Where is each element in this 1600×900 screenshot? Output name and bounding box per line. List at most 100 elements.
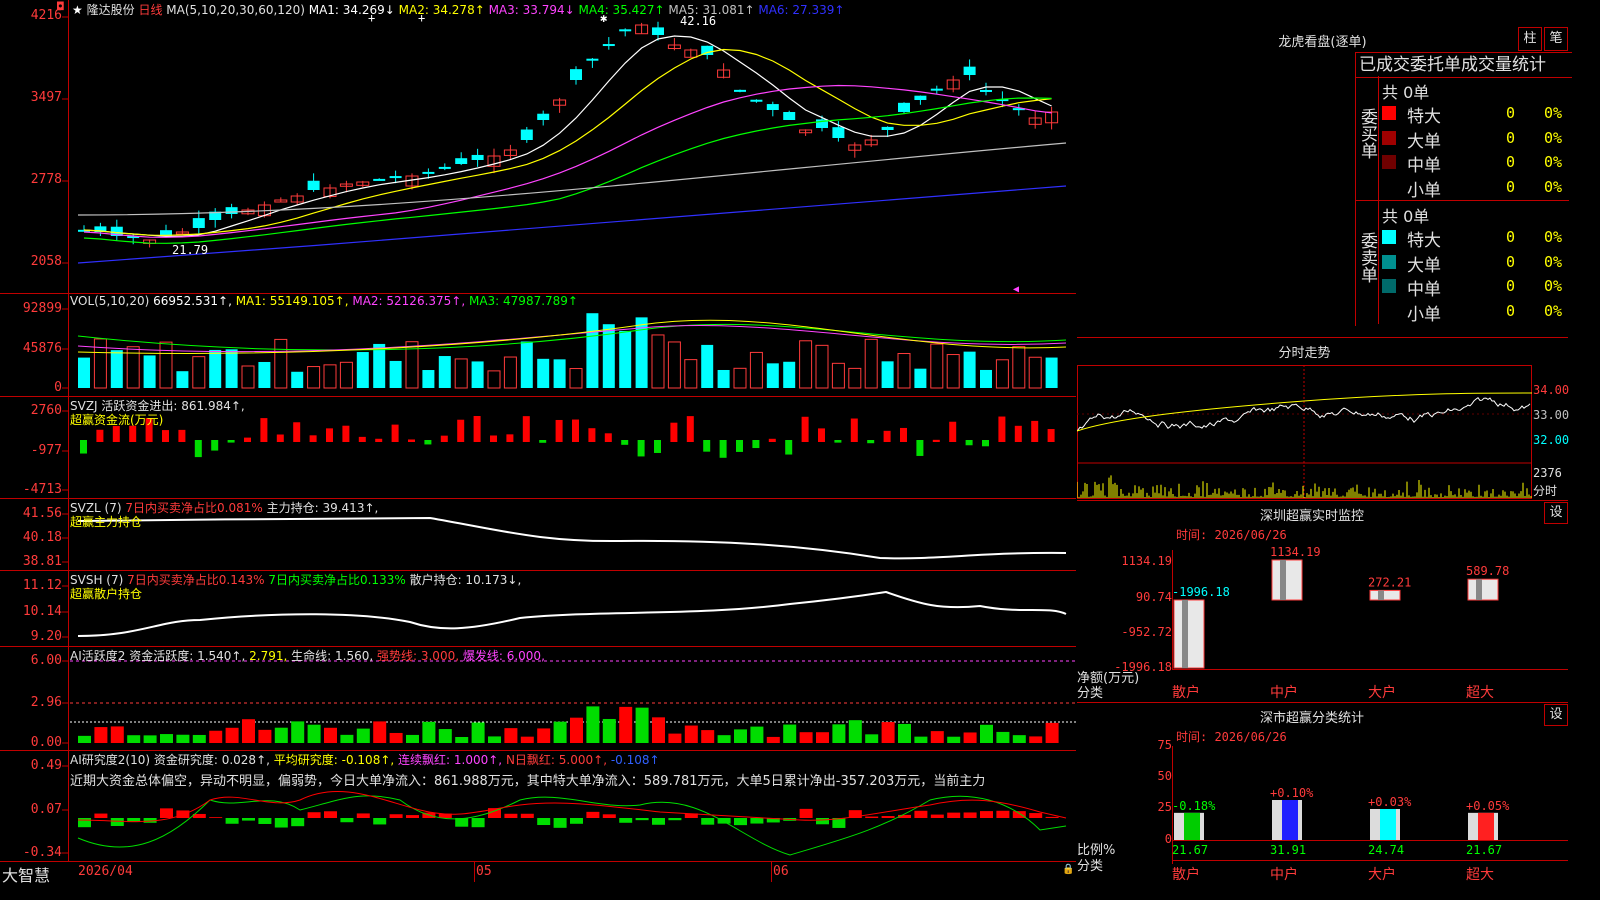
svzj-bar xyxy=(506,434,514,442)
volume-bar xyxy=(733,367,747,389)
svzj-bar xyxy=(194,440,202,458)
ai1-bar xyxy=(422,721,436,743)
svzl-axis-label: 41.56 xyxy=(22,506,62,521)
classify-category: 散户 xyxy=(1172,867,1200,883)
stock-header: ★ 隆达股份 日线 MA(5,10,20,30,60,120) MA1: 34.… xyxy=(72,1,844,18)
svzj-bar xyxy=(637,440,645,457)
ai1-bar xyxy=(783,724,797,743)
svzj-bar xyxy=(473,416,481,442)
vol-axis-label: 92899 xyxy=(22,301,62,316)
vol-legend: VOL(5,10,20) 66952.531↑, MA1: 55149.105↑… xyxy=(70,294,578,308)
price-axis-label: 2778 xyxy=(30,172,62,187)
svzj-bar xyxy=(129,425,137,442)
period-label[interactable]: 日线 xyxy=(138,3,162,17)
svzj-bar xyxy=(768,438,776,442)
ai1-bar xyxy=(635,707,649,743)
svzj-bar xyxy=(736,440,743,452)
kline-chart-area[interactable]: + + ✱ ◀ xyxy=(0,0,1076,882)
volume-bar xyxy=(963,351,976,388)
ai1-bar xyxy=(980,724,993,743)
vol-legend-item: 66952.531↑, xyxy=(153,294,232,308)
intraday-vol-label: 分时 xyxy=(1533,484,1558,498)
volume-bar xyxy=(995,359,1009,389)
monitor-settings-button[interactable]: 设 xyxy=(1544,502,1568,524)
date-label: 2026/04 xyxy=(78,864,133,879)
svzj-bar xyxy=(293,422,301,442)
volume-bar xyxy=(783,361,796,388)
ma-legend-item: MA1: 34.269↓ xyxy=(308,3,395,17)
ai1-bar xyxy=(471,722,485,743)
lock-icon[interactable]: 🔒 xyxy=(1062,864,1074,875)
sell-count: 共 0单 xyxy=(1382,207,1430,226)
classify-axis-label: 25 xyxy=(1157,800,1172,814)
volume-bar xyxy=(258,361,271,388)
svzj-bar xyxy=(670,422,678,442)
ai2-axis-label: -0.34 xyxy=(22,845,62,860)
svzj-bar xyxy=(834,440,842,443)
ma-line xyxy=(83,35,1052,237)
classify-axis-label: 75 xyxy=(1157,738,1172,752)
intraday-vol-label: 2376 xyxy=(1533,466,1562,480)
volume-bar xyxy=(881,361,894,388)
longhu-row: 特大 0 0% xyxy=(1380,102,1569,127)
favorite-star-icon[interactable]: ★ xyxy=(72,3,83,17)
ai2-axis-label: 0.07 xyxy=(30,802,62,817)
longhu-row-qty: 0 xyxy=(1506,177,1516,196)
monitor-axis-label: 90.74 xyxy=(1135,590,1172,604)
ai2-bar xyxy=(947,812,961,818)
classify-settings-button[interactable]: 设 xyxy=(1544,704,1568,726)
volume-bar xyxy=(307,366,321,389)
longhu-tabs[interactable]: 已成交委托单成交量统计 xyxy=(1355,52,1572,78)
candle-body xyxy=(586,58,599,61)
ai1-bar xyxy=(734,729,747,743)
longhu-row: 中单 0 0% xyxy=(1380,151,1569,176)
svzj-bar xyxy=(112,425,120,442)
longhu-row-name: 大单 xyxy=(1407,255,1441,276)
volume-bar xyxy=(356,352,369,388)
tick-view-button[interactable]: 笔 xyxy=(1544,27,1568,51)
svzj-bar xyxy=(408,439,415,442)
ai2-legend: AI研究度2(10) 资金研究度: 0.028↑, 平均研究度: -0.108↑… xyxy=(70,753,660,767)
ai1-bar xyxy=(799,732,813,743)
candle-body xyxy=(619,29,632,32)
svzj-bar xyxy=(588,428,596,442)
buy-side-label: 委买单 xyxy=(1357,108,1377,159)
ai-comment: 近期大资金总体偏空，异动不明显，偏弱势，今日大单净流入：861.988万元，其中… xyxy=(70,774,986,789)
ai2-bar xyxy=(750,818,764,824)
date-label: 06 xyxy=(773,864,789,879)
volume-bar xyxy=(438,356,451,388)
volume-bar xyxy=(291,371,304,388)
volume-bar xyxy=(209,349,222,388)
ai1-bar xyxy=(176,734,190,743)
monitor-bar-shade xyxy=(1280,560,1286,600)
svsh-axis-label: 9.20 xyxy=(30,629,62,644)
bar-view-button[interactable]: 柱 xyxy=(1518,27,1542,51)
classify-category: 超大 xyxy=(1466,867,1494,883)
ai1-axis-label: 0.00 xyxy=(30,735,62,750)
ai1-bar xyxy=(553,721,567,743)
svzj-bar xyxy=(80,440,87,454)
volume-bar xyxy=(749,351,763,389)
candle-body xyxy=(734,89,746,92)
svzj-bar xyxy=(752,440,760,449)
longhu-row-name: 特大 xyxy=(1407,107,1441,127)
ma-line xyxy=(83,97,1052,244)
svg-text:◀: ◀ xyxy=(1013,284,1019,295)
volume-bar xyxy=(110,350,123,388)
intraday-chart[interactable] xyxy=(1077,363,1568,500)
stock-name[interactable]: 隆达股份 xyxy=(87,3,135,17)
svzj-bar xyxy=(211,440,219,451)
ai1-bar xyxy=(996,731,1010,743)
classify-value-label: 31.91 xyxy=(1270,843,1306,857)
candle-body xyxy=(602,44,615,47)
volume-bar xyxy=(553,359,566,388)
svzj-bar xyxy=(572,419,579,442)
intraday-title: 分时走势 xyxy=(1278,346,1331,361)
ai1-bar xyxy=(488,736,501,743)
vol-ma-line xyxy=(77,323,1067,351)
svzj-bar xyxy=(260,418,268,442)
volume-bar xyxy=(143,355,156,388)
close-icon[interactable]: ◘ xyxy=(56,0,65,13)
volume-bar xyxy=(274,338,288,389)
classify-title: 深市超赢分类统计 xyxy=(1259,711,1364,726)
